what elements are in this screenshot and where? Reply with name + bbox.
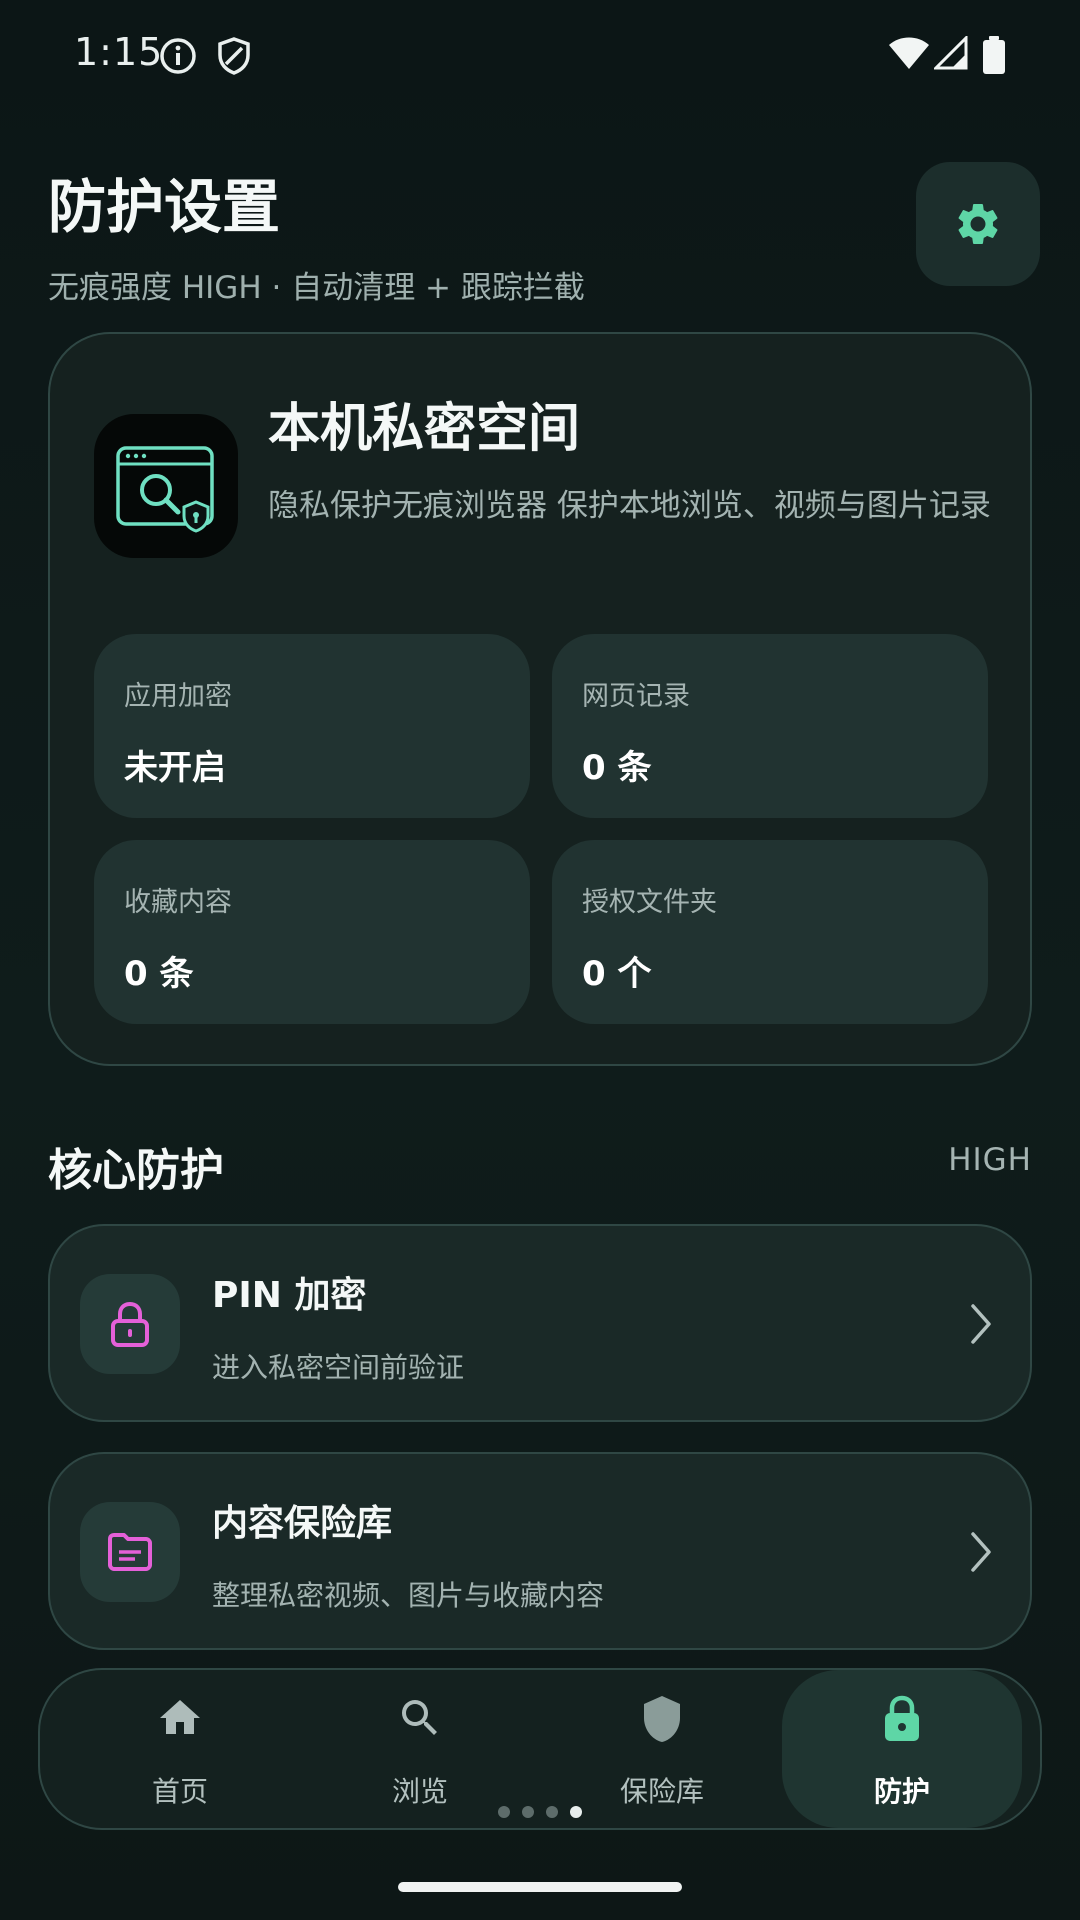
feature-icon-box (80, 1502, 180, 1602)
nav-label: 浏览 (391, 1775, 448, 1808)
page-dot-active (570, 1806, 582, 1818)
gear-icon (958, 204, 998, 244)
settings-button[interactable] (916, 162, 1040, 286)
stat-label: 收藏内容 (124, 887, 232, 918)
nav-label: 防护 (873, 1775, 930, 1808)
nav-label: 保险库 (619, 1775, 704, 1808)
page-indicator (0, 1806, 1080, 1818)
page-dot (522, 1806, 534, 1818)
nav-item-browse[interactable]: 浏览 (300, 1670, 540, 1828)
shield-icon (644, 1696, 680, 1742)
info-icon (158, 36, 198, 80)
stat-value: 0 个 (582, 954, 652, 994)
section-level-badge: HIGH (948, 1142, 1032, 1178)
stat-label: 授权文件夹 (582, 887, 717, 918)
home-indicator[interactable] (398, 1882, 682, 1892)
search-icon (402, 1700, 437, 1735)
stat-label: 网页记录 (582, 681, 690, 712)
stat-app-encryption[interactable]: 应用加密 未开启 (94, 634, 530, 818)
page-title: 防护设置 (48, 173, 281, 241)
page-dot (546, 1806, 558, 1818)
lock-icon (885, 1695, 919, 1741)
stat-authorized-folders[interactable]: 授权文件夹 0 个 (552, 840, 988, 1024)
shield-status-icon (216, 36, 252, 80)
wifi-icon (888, 36, 930, 74)
signal-icon (932, 34, 968, 74)
pin-encryption-card[interactable]: PIN 加密 进入私密空间前验证 (48, 1224, 1032, 1422)
battery-icon (982, 36, 1006, 78)
stat-value: 0 条 (582, 748, 652, 788)
nav-item-vault[interactable]: 保险库 (542, 1670, 782, 1828)
lock-icon (111, 1301, 149, 1347)
space-title: 本机私密空间 (268, 399, 581, 459)
status-time: 1:15 (74, 30, 164, 74)
private-space-card: 本机私密空间 隐私保护无痕浏览器 保护本地浏览、视频与图片记录 应用加密 未开启… (48, 332, 1032, 1066)
home-icon (160, 1700, 200, 1734)
content-vault-card[interactable]: 内容保险库 整理私密视频、图片与收藏内容 (48, 1452, 1032, 1650)
protection-settings-screen: 1:15 防护设置 无痕强度 HIGH · 自动清理 + 跟踪拦截 本机私密空间… (0, 0, 1080, 1920)
feature-subtitle: 进入私密空间前验证 (212, 1351, 465, 1384)
page-dot (498, 1806, 510, 1818)
nav-item-home[interactable]: 首页 (60, 1670, 300, 1828)
space-description: 隐私保护无痕浏览器 保护本地浏览、视频与图片记录 (268, 488, 991, 524)
feature-icon-box (80, 1274, 180, 1374)
stat-label: 应用加密 (124, 681, 232, 712)
chevron-right-icon (968, 1302, 994, 1350)
nav-label: 首页 (151, 1775, 208, 1808)
page-subtitle: 无痕强度 HIGH · 自动清理 + 跟踪拦截 (48, 270, 585, 306)
folder-icon (108, 1533, 152, 1571)
feature-title: 内容保险库 (212, 1503, 393, 1544)
chevron-right-icon (968, 1530, 994, 1578)
app-logo (94, 414, 238, 558)
stat-web-history[interactable]: 网页记录 0 条 (552, 634, 988, 818)
stat-value: 未开启 (124, 748, 226, 788)
feature-subtitle: 整理私密视频、图片与收藏内容 (212, 1579, 605, 1612)
nav-item-protect[interactable]: 防护 (782, 1670, 1022, 1828)
status-bar: 1:15 (0, 0, 1080, 110)
section-title: 核心防护 (48, 1145, 224, 1196)
stat-favorites[interactable]: 收藏内容 0 条 (94, 840, 530, 1024)
feature-title: PIN 加密 (212, 1275, 367, 1316)
stat-value: 0 条 (124, 954, 194, 994)
